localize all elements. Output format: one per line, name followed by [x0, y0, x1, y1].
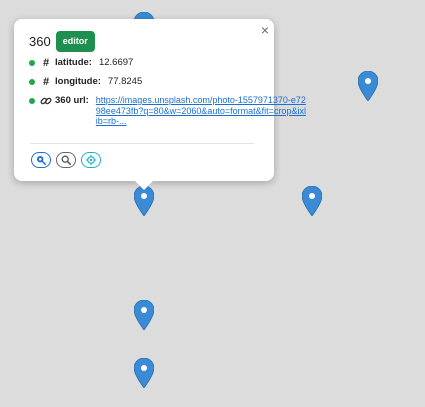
map-marker[interactable] — [358, 71, 378, 101]
field-label: latitude: — [55, 57, 92, 68]
field-latitude: # latitude: 12.6697 — [29, 57, 133, 69]
url-link[interactable]: https://images.unsplash.com/photo-155797… — [96, 95, 308, 127]
field-value: 12.6697 — [98, 57, 134, 68]
role-badge: editor — [55, 31, 95, 52]
zoom-to-icon — [36, 155, 46, 165]
field-label: longitude: — [55, 76, 101, 87]
status-dot — [29, 79, 35, 85]
field-label: 360 url: — [55, 95, 89, 106]
map-marker[interactable] — [302, 186, 322, 216]
field-longitude: # longitude: 77.8245 — [29, 76, 142, 88]
zoom-to-button[interactable] — [31, 152, 51, 168]
divider — [30, 143, 254, 144]
field-360-url: 360 url: https://images.unsplash.com/pho… — [29, 95, 308, 127]
popup-tip — [134, 180, 154, 190]
map-marker[interactable] — [134, 358, 154, 388]
marker-popup: × 360 editor # latitude: 12.6697 # longi… — [14, 19, 306, 190]
map-marker-selected[interactable] — [134, 186, 154, 216]
close-icon[interactable]: × — [261, 23, 269, 37]
search-icon — [61, 155, 71, 165]
map-marker[interactable] — [134, 300, 154, 330]
popup-title: 360 — [29, 34, 51, 49]
crosshair-icon — [86, 155, 96, 165]
popup-actions — [31, 152, 101, 168]
hash-icon: # — [42, 76, 50, 88]
search-button[interactable] — [56, 152, 76, 168]
status-dot — [29, 60, 35, 66]
field-value: 77.8245 — [107, 76, 143, 87]
link-icon — [40, 95, 52, 110]
hash-icon: # — [42, 57, 50, 69]
status-dot — [29, 98, 35, 104]
map-canvas[interactable]: × 360 editor # latitude: 12.6697 # longi… — [0, 0, 425, 407]
popup-header: 360 editor — [29, 31, 95, 52]
locate-button[interactable] — [81, 152, 101, 168]
